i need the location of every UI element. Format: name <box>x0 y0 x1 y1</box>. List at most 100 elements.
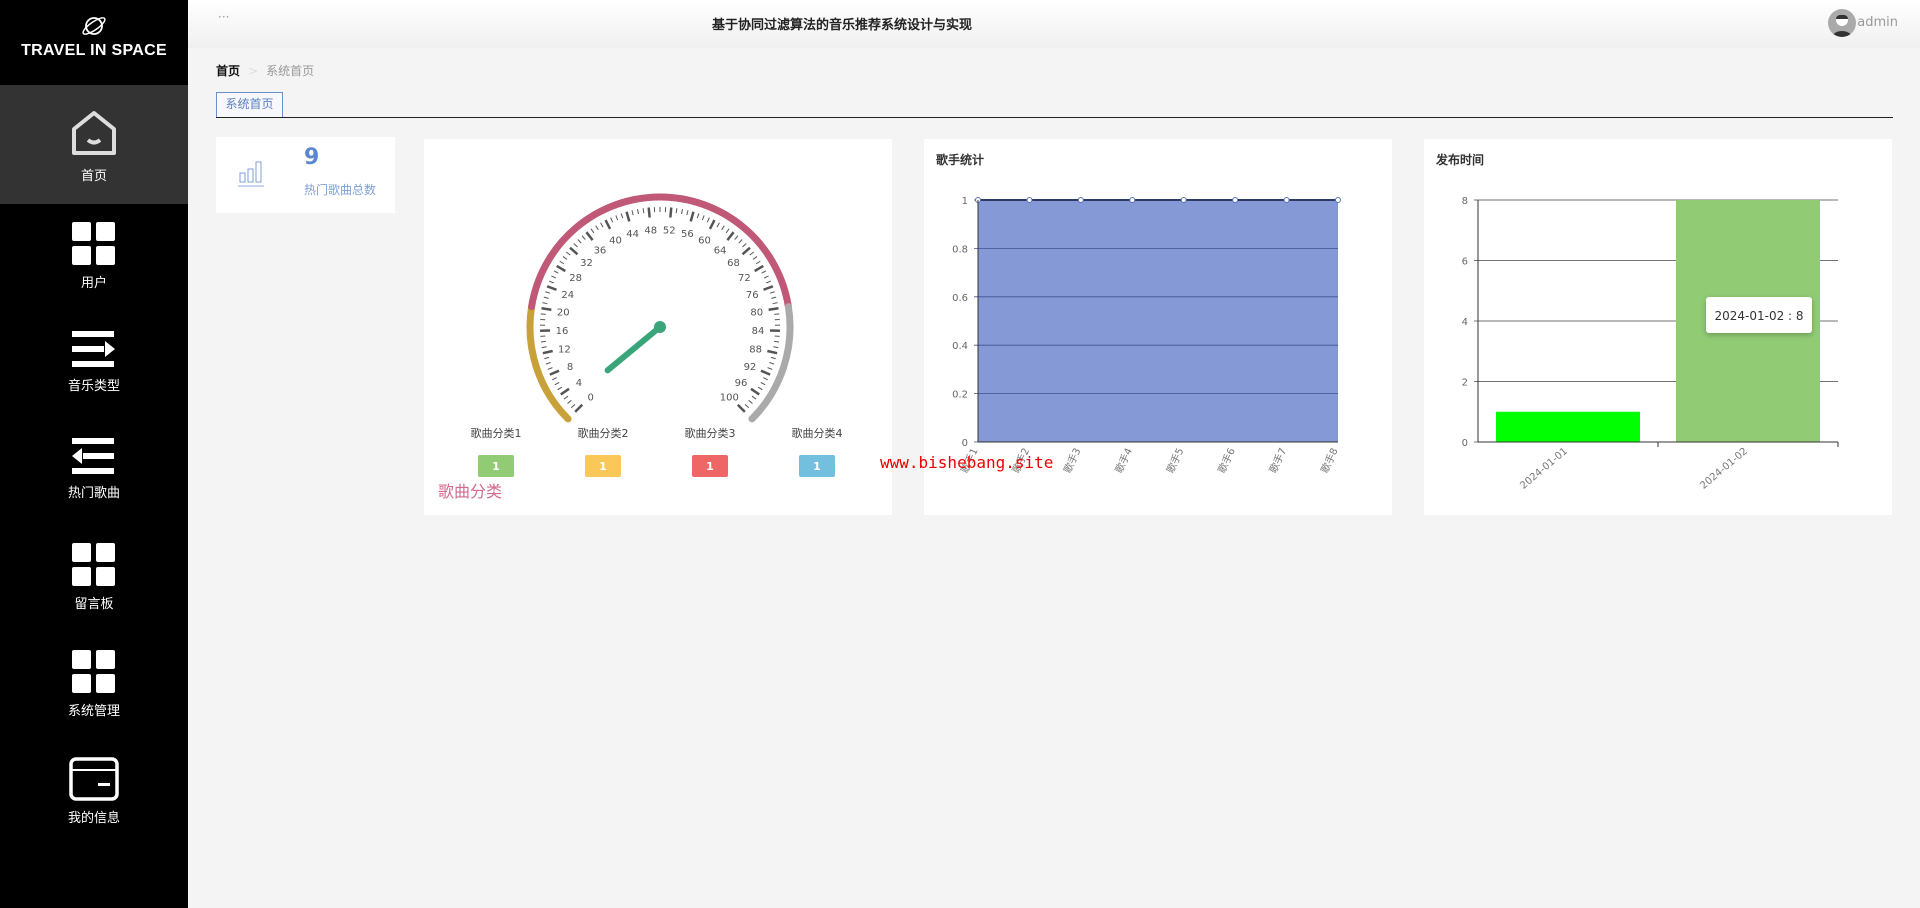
gauge-tick <box>604 219 612 230</box>
gauge-card: 0 4 8 12 16 20 24 28 32 36 40 44 48 52 56 60 64 68 72 76 80 8… <box>424 139 892 515</box>
sidebar-item-2[interactable]: 音乐类型 <box>0 311 188 418</box>
chart-title: 发布时间 <box>1436 153 1485 167</box>
data-point <box>1026 197 1033 203</box>
app-title: 基于协同过滤算法的音乐推荐系统设计与实现 <box>712 18 973 33</box>
gauge-tick <box>748 399 753 404</box>
y-tick-label: 0 <box>1462 438 1468 449</box>
sidebar-item-label: 留言板 <box>74 597 114 612</box>
gauge-tick <box>701 215 705 221</box>
gauge-tick <box>560 387 570 396</box>
grid-icon <box>0 632 188 694</box>
gauge-tick <box>741 246 751 256</box>
gauge-tick <box>771 296 777 299</box>
sidebar-item-3[interactable]: 热门歌曲 <box>0 418 188 525</box>
gauge-tick <box>736 403 746 413</box>
breadcrumb-root[interactable]: 首页 <box>216 64 240 78</box>
sidebar-item-4[interactable]: 留言板 <box>0 525 188 632</box>
gauge-tick <box>726 231 735 241</box>
gauge-tick <box>574 403 584 413</box>
gauge-tick-label: 40 <box>609 236 622 247</box>
gauge-tick <box>686 210 689 216</box>
gauge-tick <box>772 302 778 305</box>
gauge-tick <box>631 210 634 216</box>
gauge-tick <box>754 264 764 273</box>
gauge-tick <box>774 340 780 343</box>
gauge-tick <box>760 369 771 376</box>
gauge-tick <box>769 362 775 365</box>
gauge-tick <box>675 208 678 214</box>
gauge-tick <box>642 208 645 214</box>
gauge-tick-label: 68 <box>727 258 740 269</box>
sidebar-item-label: 音乐类型 <box>67 379 120 394</box>
gauge-tick-label: 0 <box>588 392 594 403</box>
gauge-tick-label: 72 <box>738 273 751 284</box>
x-tick-label: 歌手4 <box>1112 446 1135 475</box>
stat-value: 9 <box>304 145 320 170</box>
gauge-tick <box>549 369 560 376</box>
gauge-tick <box>708 219 716 230</box>
gauge-tick <box>590 228 595 234</box>
gauge-tick-label: 56 <box>681 229 694 240</box>
home-icon <box>0 85 188 159</box>
gauge-tick <box>751 395 757 400</box>
grid-icon <box>0 204 188 266</box>
gauge-tick <box>559 260 565 265</box>
gauge-tick <box>543 296 549 299</box>
grid-icon <box>0 525 188 587</box>
legend-value: 1 <box>706 460 714 473</box>
stat-card: 9 热门歌曲总数 <box>216 137 395 213</box>
data-point <box>1077 197 1084 203</box>
gauge-tick <box>763 275 769 279</box>
sidebar-item-5[interactable]: 系统管理 <box>0 632 188 739</box>
gauge-tick <box>766 280 772 284</box>
legend-label: 歌曲分类3 <box>685 426 736 440</box>
breadcrumb: 首页 > 系统首页 <box>216 62 314 79</box>
breadcrumb-current: 系统首页 <box>266 64 315 78</box>
header: ··· 基于协同过滤算法的音乐推荐系统设计与实现 admin <box>188 0 1920 48</box>
gauge-tick <box>595 225 599 231</box>
breadcrumb-separator: > <box>248 64 259 78</box>
gauge-tick <box>716 222 720 228</box>
sidebar-item-1[interactable]: 用户 <box>0 204 188 311</box>
sidebar-item-6[interactable]: 我的信息 <box>0 739 188 846</box>
data-point <box>1232 197 1239 203</box>
legend-value: 1 <box>492 460 500 473</box>
gauge-tick <box>637 209 639 215</box>
gauge-tick <box>750 387 760 396</box>
gauge-tick <box>734 235 739 240</box>
gauge-tick <box>548 280 554 284</box>
gauge-tick <box>689 211 695 222</box>
gauge-tick <box>742 243 747 248</box>
sidebar-item-label: 热门歌曲 <box>67 486 120 501</box>
gauge-tick <box>541 306 552 312</box>
gauge-tick-label: 36 <box>594 246 607 257</box>
gauge-tick <box>551 275 557 279</box>
sidebar-item-0[interactable]: 首页 <box>0 85 188 204</box>
gauge-tick <box>546 285 557 291</box>
gauge-tick <box>600 222 604 228</box>
gauge-tick-label: 96 <box>735 378 748 389</box>
gauge-tick <box>542 349 553 355</box>
gauge-tick <box>557 386 563 391</box>
x-tick-label: 歌手7 <box>1266 446 1289 475</box>
gauge-tick <box>769 291 775 294</box>
gauge-tick <box>544 356 550 360</box>
gauge-tick <box>541 346 547 349</box>
user-name[interactable]: admin <box>1857 15 1898 30</box>
gauge-pointer-hub <box>654 321 666 333</box>
gauge-tick <box>567 399 572 404</box>
menu-toggle-button[interactable]: ··· <box>218 10 229 24</box>
gauge-tick-label: 8 <box>567 362 573 373</box>
x-tick-label: 2024-01-02 <box>1698 446 1750 492</box>
list-outdent-icon <box>0 418 188 476</box>
area-fill <box>978 200 1338 442</box>
gauge-tick <box>761 270 767 274</box>
gauge-tick <box>585 231 594 241</box>
gauge-tick <box>721 225 725 231</box>
sidebar: TRAVEL IN SPACE 首页 用户 音乐类型 热门歌曲 留言板 系统管理 我的信息 <box>0 0 188 908</box>
gauge-tick-label: 52 <box>663 225 676 236</box>
gauge-tick <box>774 313 780 315</box>
tab-system-home[interactable]: 系统首页 <box>216 92 283 117</box>
gauge-title: 歌曲分类 <box>438 482 502 501</box>
avatar[interactable] <box>1828 9 1856 37</box>
